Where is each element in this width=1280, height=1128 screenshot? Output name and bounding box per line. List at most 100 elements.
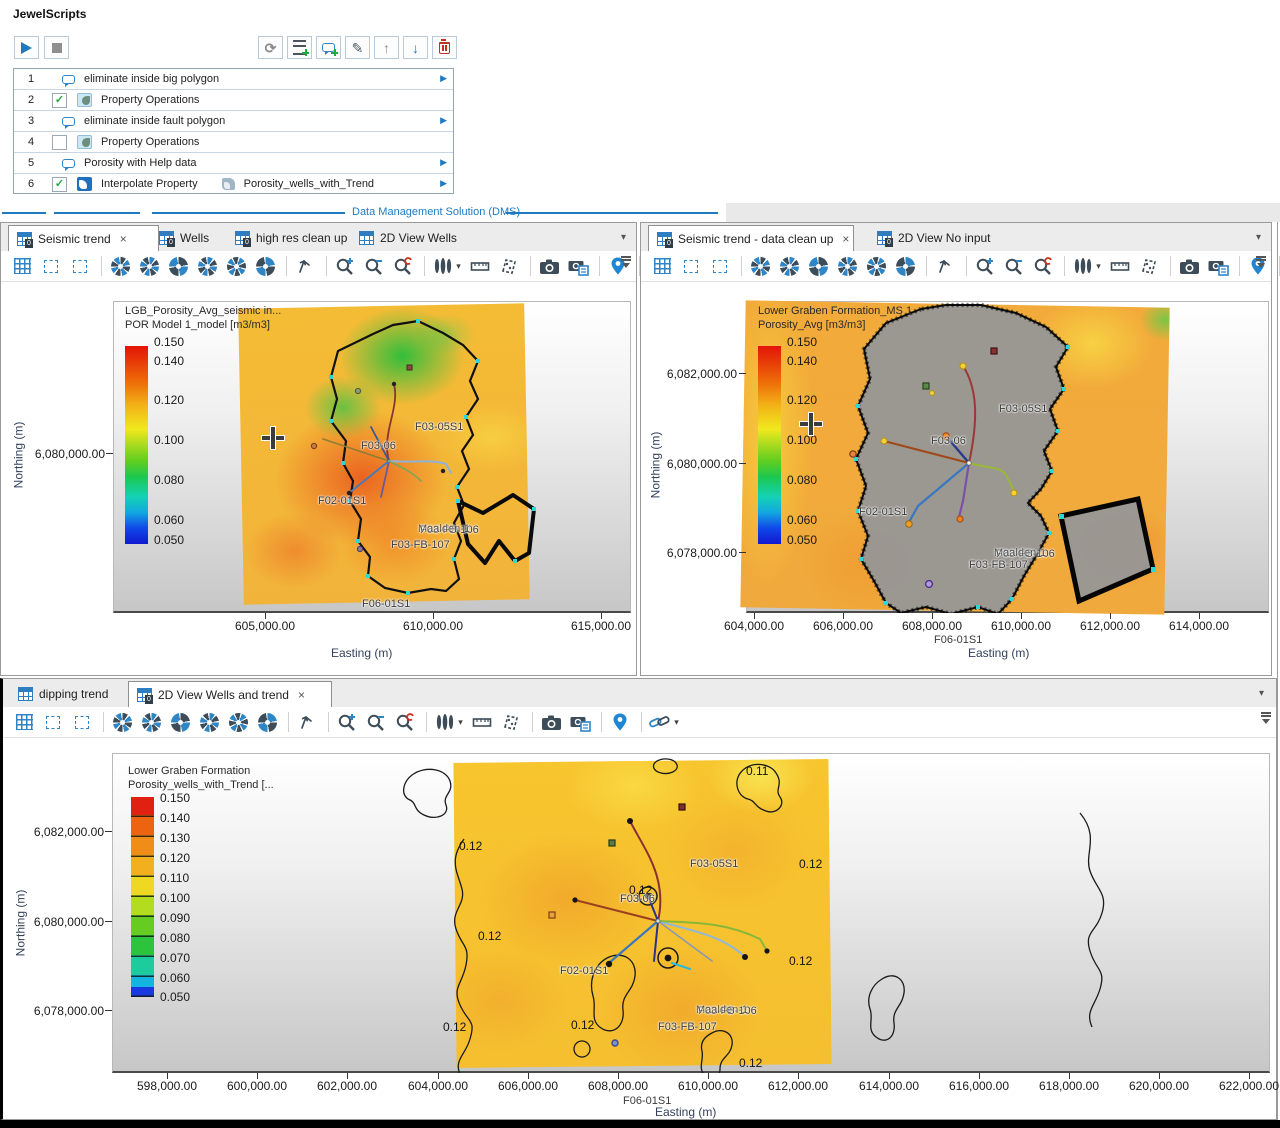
view-west-button[interactable] [196,710,222,734]
zoom-box-button[interactable] [38,254,64,278]
grid-toggle-button[interactable] [11,710,37,734]
add-step-button[interactable] [287,36,312,59]
map-plot-area[interactable]: LGB_Porosity_Avg_seismic in... POR Model… [1,283,636,675]
tab-high-res-clean-up[interactable]: 0 high res clean up [227,225,355,251]
move-up-button[interactable]: ↑ [374,36,399,59]
view-south-button[interactable] [138,710,164,734]
grid-toggle-button[interactable] [9,254,35,278]
script-row[interactable]: 1 eliminate inside big polygon ▶ [14,69,453,90]
view-top-button[interactable] [863,254,889,278]
tab-list-dropdown[interactable]: ▾ [621,233,626,243]
close-icon[interactable]: × [298,689,305,701]
zoom-extents-button[interactable] [67,254,93,278]
close-icon[interactable]: × [842,233,849,245]
snapshot-button[interactable] [1176,254,1202,278]
zoom-previous-button[interactable] [392,710,418,734]
tab-2d-view-no-input[interactable]: 0 2D View No input [869,225,999,251]
tab-2d-view-wells-and-trend[interactable]: 0 2D View Wells and trend × [128,681,332,708]
snapshot-button[interactable] [538,710,564,734]
scale-bar-button[interactable] [496,254,522,278]
zoom-box-button[interactable] [678,254,704,278]
view-east-button[interactable] [805,254,831,278]
copy-snapshot-button[interactable] [567,710,593,734]
toolbar-overflow-handle[interactable] [1255,255,1267,269]
tab-wells[interactable]: 0 Wells [151,225,217,251]
rotate-view-button[interactable] [932,254,958,278]
location-pin-button[interactable] [607,710,633,734]
tab-seismic-trend[interactable]: 0 Seismic trend × [8,225,159,252]
map-plot-area[interactable]: Lower Graben Formation_MS 1 Porosity_Avg… [641,283,1271,675]
zoom-previous-button[interactable] [1030,254,1056,278]
zoom-in-button[interactable] [972,254,998,278]
toolbar-overflow-handle[interactable] [620,255,632,269]
expand-icon[interactable]: ▶ [440,179,447,188]
close-icon[interactable]: × [120,233,127,245]
zoom-extents-button[interactable] [707,254,733,278]
edit-polygon[interactable] [331,321,478,593]
fence-diagram-button[interactable]: ▾ [432,710,466,734]
checkbox-checked[interactable]: ✓ [52,93,67,108]
zoom-in-button[interactable] [334,710,360,734]
tab-list-dropdown[interactable]: ▾ [1256,233,1261,243]
script-row[interactable]: 4 Property Operations [14,132,453,153]
view-east-button[interactable] [165,254,191,278]
expand-icon[interactable]: ▶ [440,158,447,167]
ruler-button[interactable] [1107,254,1133,278]
fault-polygon[interactable] [1061,499,1153,601]
view-west-button[interactable] [834,254,860,278]
delete-step-button[interactable] [432,36,457,59]
view-north-button[interactable] [109,710,135,734]
dms-splitter-label[interactable]: Data Management Solution (DMS) [352,206,520,218]
ruler-button[interactable] [469,710,495,734]
view-bottom-button[interactable] [892,254,918,278]
zoom-extents-button[interactable] [69,710,95,734]
rotate-view-button[interactable] [292,254,318,278]
tab-seismic-trend-data-clean-up[interactable]: 0 Seismic trend - data clean up × [648,225,854,252]
view-bottom-button[interactable] [254,710,280,734]
script-row[interactable]: 3 eliminate inside fault polygon ▶ [14,111,453,132]
masked-region-polygon[interactable] [856,305,1068,613]
view-east-button[interactable] [167,710,193,734]
expand-icon[interactable]: ▶ [440,116,447,125]
script-row[interactable]: 2 ✓ Property Operations [14,90,453,111]
copy-snapshot-button[interactable] [1205,254,1231,278]
tab-2d-view-wells[interactable]: 2D View Wells [351,225,465,251]
add-comment-button[interactable] [316,36,341,59]
zoom-box-button[interactable] [40,710,66,734]
view-west-button[interactable] [194,254,220,278]
zoom-out-button[interactable] [363,710,389,734]
fence-diagram-button[interactable]: ▾ [1070,254,1104,278]
stop-script-button[interactable] [44,36,69,59]
checkbox-checked[interactable]: ✓ [52,177,67,192]
ruler-button[interactable] [467,254,493,278]
view-north-button[interactable] [107,254,133,278]
zoom-previous-button[interactable] [390,254,416,278]
refresh-button[interactable]: ⟳ [258,36,283,59]
view-top-button[interactable] [225,710,251,734]
move-down-button[interactable]: ↓ [403,36,428,59]
grid-toggle-button[interactable] [649,254,675,278]
edit-step-button[interactable]: ✎ [345,36,370,59]
tab-list-dropdown[interactable]: ▾ [1259,689,1264,699]
toolbar-overflow-handle[interactable] [1260,711,1272,725]
copy-snapshot-button[interactable] [565,254,591,278]
zoom-out-button[interactable] [1001,254,1027,278]
zoom-out-button[interactable] [361,254,387,278]
expand-icon[interactable]: ▶ [440,74,447,83]
view-top-button[interactable] [223,254,249,278]
view-south-button[interactable] [776,254,802,278]
scale-bar-button[interactable] [1136,254,1162,278]
rotate-view-button[interactable] [294,710,320,734]
map-plot-area[interactable]: Lower Graben Formation Porosity_wells_wi… [3,739,1276,1119]
link-views-button[interactable]: ▾ [647,710,681,734]
zoom-in-button[interactable] [332,254,358,278]
checkbox-unchecked[interactable] [52,135,67,150]
scale-bar-button[interactable] [498,710,524,734]
snapshot-button[interactable] [536,254,562,278]
script-row[interactable]: 6 ✓ Interpolate Property Porosity_wells_… [14,174,453,194]
fence-diagram-button[interactable]: ▾ [430,254,464,278]
script-row[interactable]: 5 Porosity with Help data ▶ [14,153,453,174]
tab-dipping-trend[interactable]: dipping trend [10,681,116,707]
run-script-button[interactable] [14,36,39,59]
view-bottom-button[interactable] [252,254,278,278]
